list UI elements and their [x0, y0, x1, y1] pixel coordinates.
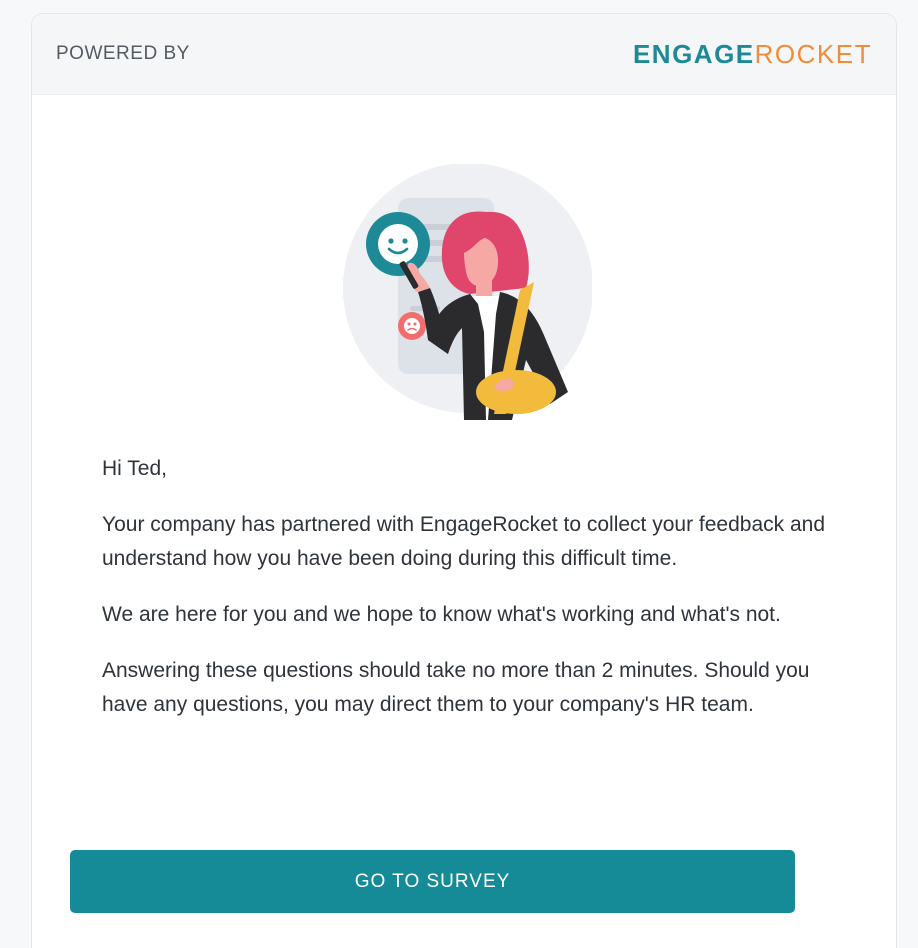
logo-engage-text: ENGAGE: [632, 39, 755, 69]
email-card: POWERED BY ENGAGE ROCKET Hi Ted, Your co…: [31, 13, 897, 948]
greeting: Hi Ted,: [102, 457, 167, 480]
message-paragraph: We are here for you and we hope to know …: [102, 603, 781, 626]
card-header: POWERED BY ENGAGE ROCKET: [32, 14, 896, 95]
powered-by-label: POWERED BY: [56, 43, 190, 64]
message-paragraph: Answering these questions should take no…: [102, 659, 810, 716]
go-to-survey-button[interactable]: GO TO SURVEY: [70, 850, 795, 913]
message-paragraph: Your company has partnered with EngageRo…: [102, 513, 826, 570]
engagerocket-logo: ENGAGE ROCKET: [633, 41, 872, 67]
logo-rocket-text: ROCKET: [754, 39, 872, 69]
message-content: Hi Ted, Your company has partnered with …: [102, 452, 842, 744]
email-page: POWERED BY ENGAGE ROCKET Hi Ted, Your co…: [0, 0, 918, 948]
woman-with-phone-feedback-illustration: [343, 164, 592, 420]
